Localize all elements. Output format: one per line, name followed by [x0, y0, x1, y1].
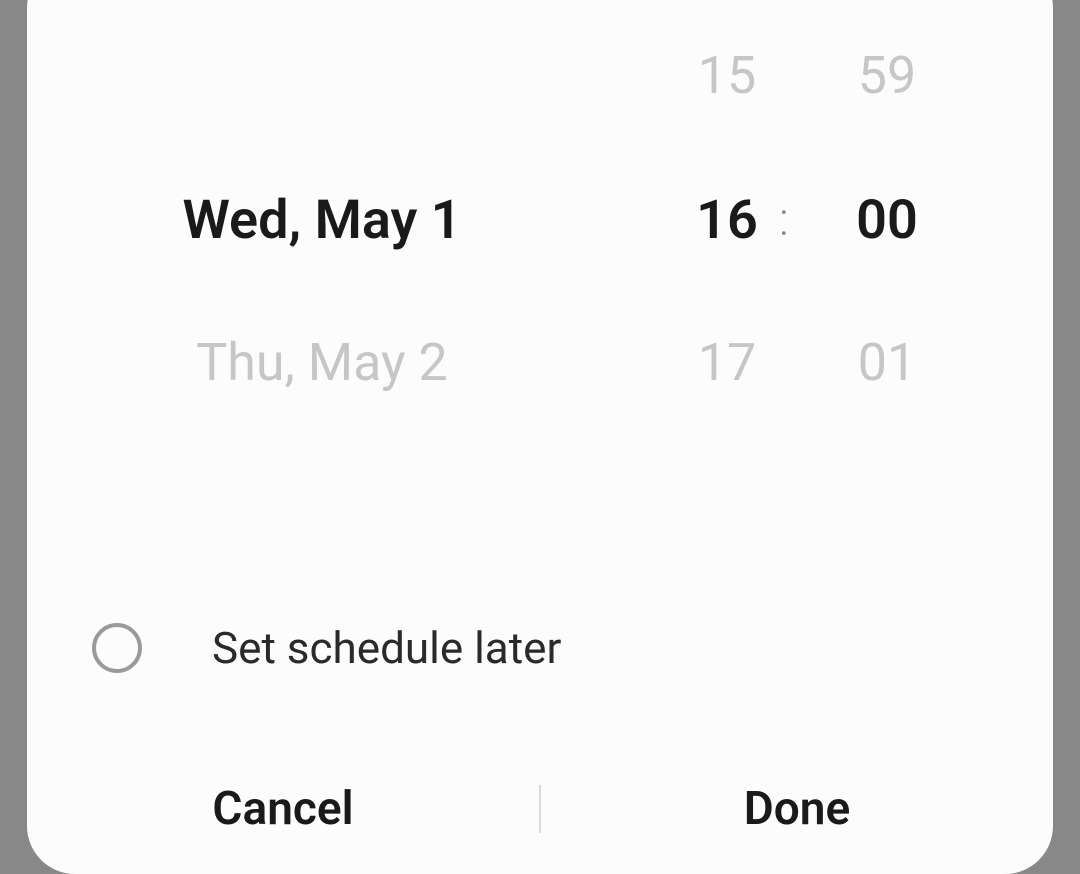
- dialog-button-row: Cancel Done: [27, 744, 1053, 874]
- minute-picker-prev[interactable]: 59: [827, 45, 947, 106]
- minute-picker-current[interactable]: 00: [827, 189, 947, 252]
- picker-row-current[interactable]: Wed, May 1 16 00: [27, 170, 1053, 270]
- schedule-dialog: 15 59 Wed, May 1 16 00 : Thu, May 2 17 0…: [27, 0, 1053, 874]
- hour-picker-next[interactable]: 17: [667, 332, 787, 393]
- set-schedule-later-label: Set schedule later: [212, 622, 561, 674]
- hour-picker-prev[interactable]: 15: [667, 45, 787, 106]
- picker-row-prev[interactable]: 15 59: [27, 25, 1053, 125]
- datetime-picker: 15 59 Wed, May 1 16 00 : Thu, May 2 17 0…: [27, 0, 1053, 874]
- date-picker-next[interactable]: Thu, May 2: [27, 332, 617, 393]
- date-picker-current[interactable]: Wed, May 1: [27, 189, 617, 252]
- hour-picker-current[interactable]: 16: [667, 189, 787, 252]
- picker-row-next[interactable]: Thu, May 2 17 01: [27, 312, 1053, 412]
- time-separator: :: [779, 170, 789, 270]
- minute-picker-next[interactable]: 01: [827, 332, 947, 393]
- done-button[interactable]: Done: [541, 744, 1053, 874]
- set-schedule-later-option[interactable]: Set schedule later: [92, 622, 561, 674]
- radio-unchecked-icon[interactable]: [92, 623, 142, 673]
- cancel-button[interactable]: Cancel: [27, 744, 539, 874]
